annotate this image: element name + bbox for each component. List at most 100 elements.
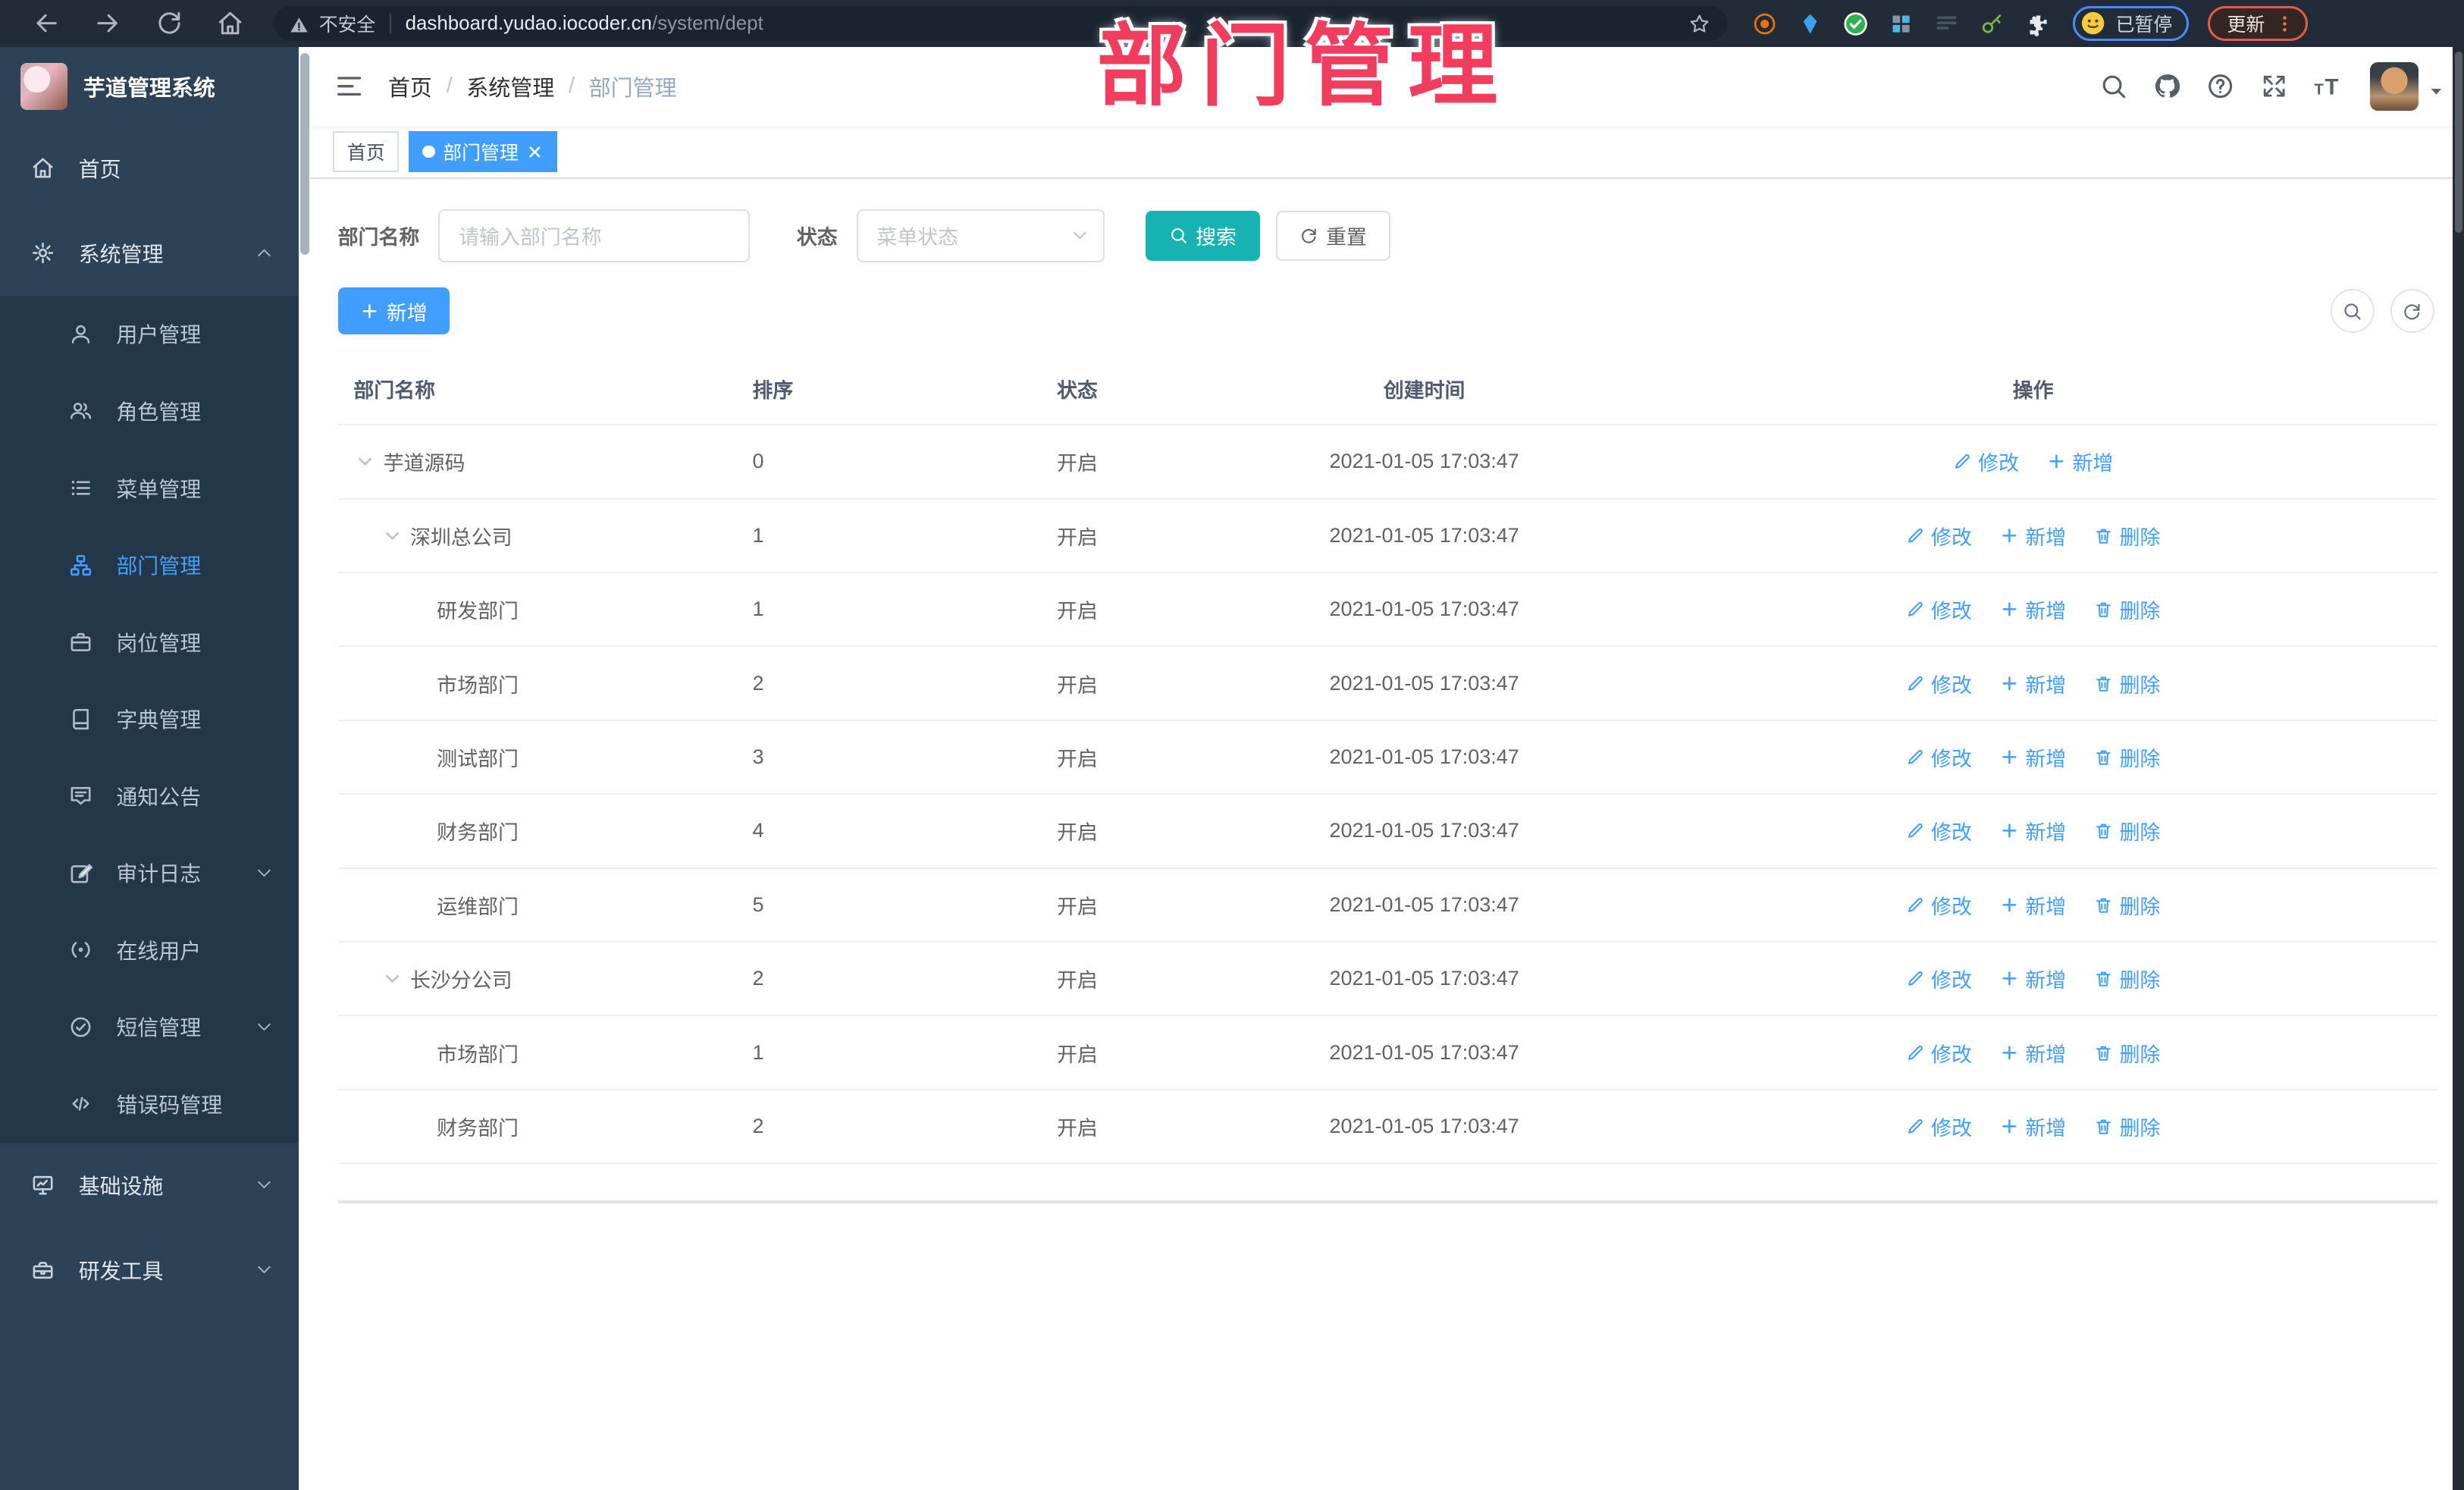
refresh-table-button[interactable]	[2390, 289, 2434, 334]
delete-link[interactable]: 删除	[2094, 816, 2160, 845]
avatar[interactable]	[2369, 61, 2419, 111]
delete-link[interactable]: 删除	[2094, 1038, 2160, 1068]
edit-link[interactable]: 修改	[1906, 594, 1972, 624]
add-button[interactable]: 新增	[337, 287, 450, 335]
edit-link[interactable]: 修改	[1953, 447, 2019, 476]
extension-list-icon[interactable]	[1934, 11, 1959, 36]
forward-icon[interactable]	[94, 10, 121, 36]
sidebar-scrollbar[interactable]	[298, 47, 312, 1490]
edit-link[interactable]: 修改	[1906, 890, 1972, 920]
delete-link[interactable]: 删除	[2094, 742, 2160, 772]
add-link[interactable]: 新增	[2000, 521, 2066, 551]
sidebar-scrollbar-thumb[interactable]	[299, 53, 310, 255]
delete-link[interactable]: 删除	[2094, 521, 2160, 551]
add-link[interactable]: 新增	[2000, 890, 2066, 920]
delete-link[interactable]: 删除	[2094, 964, 2160, 993]
sidebar-item-岗位管理[interactable]: 岗位管理	[0, 604, 299, 681]
delete-link[interactable]: 删除	[2094, 890, 2160, 920]
page-scrollbar[interactable]	[2453, 47, 2464, 1490]
back-icon[interactable]	[33, 10, 60, 36]
app-logo-row[interactable]: 芋道管理系统	[0, 47, 299, 126]
sidebar-item-首页[interactable]: 首页	[0, 126, 299, 211]
status-select[interactable]: 菜单状态	[856, 209, 1105, 263]
action-label: 新增	[2025, 969, 2067, 993]
reload-icon[interactable]	[155, 10, 182, 36]
address-bar[interactable]: 不安全 dashboard.yudao.iocoder.cn /system/d…	[273, 6, 1727, 41]
edit-link[interactable]: 修改	[1906, 669, 1972, 698]
add-link[interactable]: 新增	[2000, 1112, 2066, 1141]
page-scrollbar-thumb[interactable]	[2454, 52, 2462, 233]
extension-key-icon[interactable]	[1980, 11, 2005, 36]
edit-link[interactable]: 修改	[1906, 521, 1972, 551]
sidebar-item-系统管理[interactable]: 系统管理	[0, 211, 299, 296]
github-icon[interactable]	[2153, 72, 2181, 100]
sidebar-item-label: 岗位管理	[116, 631, 202, 655]
extension-target-icon[interactable]	[1752, 11, 1777, 36]
dept-name-cell: 芋道源码	[338, 447, 737, 476]
search-icon[interactable]	[2099, 72, 2127, 100]
action-label: 新增	[2072, 452, 2114, 475]
font-size-icon[interactable]: TT	[2313, 72, 2341, 100]
table-bottom-border	[337, 1164, 2437, 1204]
extension-check-icon[interactable]	[1843, 11, 1868, 36]
delete-link[interactable]: 删除	[2094, 669, 2160, 698]
sidebar-item-短信管理[interactable]: 短信管理	[0, 989, 299, 1066]
pencil-icon	[1906, 969, 1925, 988]
sidebar-item-审计日志[interactable]: 审计日志	[0, 834, 299, 911]
expand-caret-icon[interactable]	[353, 450, 377, 473]
sidebar-item-研发工具[interactable]: 研发工具	[0, 1228, 299, 1313]
expand-caret-icon[interactable]	[381, 967, 404, 990]
sidebar-item-菜单管理[interactable]: 菜单管理	[0, 450, 299, 527]
action-label: 新增	[2025, 748, 2067, 770]
delete-link[interactable]: 删除	[2094, 594, 2160, 624]
sidebar-item-字典管理[interactable]: 字典管理	[0, 680, 299, 758]
add-link[interactable]: 新增	[2000, 816, 2066, 845]
delete-link[interactable]: 删除	[2094, 1112, 2160, 1141]
edit-link[interactable]: 修改	[1906, 816, 1972, 845]
tab-首页[interactable]: 首页	[333, 131, 400, 172]
bookmark-star-icon[interactable]	[1688, 12, 1711, 36]
add-link[interactable]: 新增	[2000, 1038, 2066, 1068]
expand-caret-icon[interactable]	[381, 524, 404, 547]
add-link[interactable]: 新增	[2000, 964, 2066, 993]
sidebar-item-角色管理[interactable]: 角色管理	[0, 372, 299, 450]
dept-name: 运维部门	[437, 895, 519, 918]
edit-link[interactable]: 修改	[1906, 1112, 1972, 1141]
action-label: 删除	[2119, 1043, 2161, 1066]
add-link[interactable]: 新增	[2000, 594, 2066, 624]
update-button[interactable]: 更新	[2207, 6, 2309, 41]
help-icon[interactable]	[2206, 72, 2234, 100]
fullscreen-icon[interactable]	[2260, 72, 2288, 100]
add-link[interactable]: 新增	[2047, 447, 2113, 476]
close-icon[interactable]	[526, 143, 544, 161]
sidebar-item-通知公告[interactable]: 通知公告	[0, 758, 299, 835]
action-label: 修改	[1931, 600, 1972, 623]
browser-menu-dots-icon[interactable]	[2274, 14, 2295, 34]
sidebar-item-错误码管理[interactable]: 错误码管理	[0, 1065, 299, 1143]
edit-link[interactable]: 修改	[1906, 742, 1972, 772]
breadcrumb-item[interactable]: 系统管理	[466, 71, 554, 102]
browser-home-icon[interactable]	[217, 10, 243, 36]
sidebar-item-部门管理[interactable]: 部门管理	[0, 526, 299, 604]
edit-link[interactable]: 修改	[1906, 1038, 1972, 1068]
sidebar-item-基础设施[interactable]: 基础设施	[0, 1143, 299, 1228]
tab-部门管理[interactable]: 部门管理	[408, 131, 558, 172]
column-header-name: 部门名称	[353, 379, 436, 403]
show-search-toggle-button[interactable]	[2330, 289, 2375, 334]
avatar-caret-down-icon[interactable]	[2428, 78, 2445, 96]
extension-gem-icon[interactable]	[1798, 11, 1823, 36]
reset-button[interactable]: 重置	[1275, 210, 1390, 262]
extensions-puzzle-icon[interactable]	[2026, 11, 2051, 36]
profile-chip[interactable]: 已暂停	[2072, 6, 2189, 41]
add-link[interactable]: 新增	[2000, 742, 2066, 772]
extension-grid-icon[interactable]	[1889, 11, 1914, 36]
search-button[interactable]: 搜索	[1145, 210, 1261, 262]
action-label: 新增	[2025, 1117, 2067, 1140]
breadcrumb-item[interactable]: 首页	[388, 71, 432, 102]
hamburger-icon[interactable]	[334, 71, 364, 101]
edit-link[interactable]: 修改	[1906, 964, 1972, 993]
add-link[interactable]: 新增	[2000, 669, 2066, 698]
dept-name-input[interactable]: 请输入部门名称	[438, 209, 750, 263]
sidebar-item-用户管理[interactable]: 用户管理	[0, 296, 299, 373]
sidebar-item-在线用户[interactable]: 在线用户	[0, 911, 299, 989]
